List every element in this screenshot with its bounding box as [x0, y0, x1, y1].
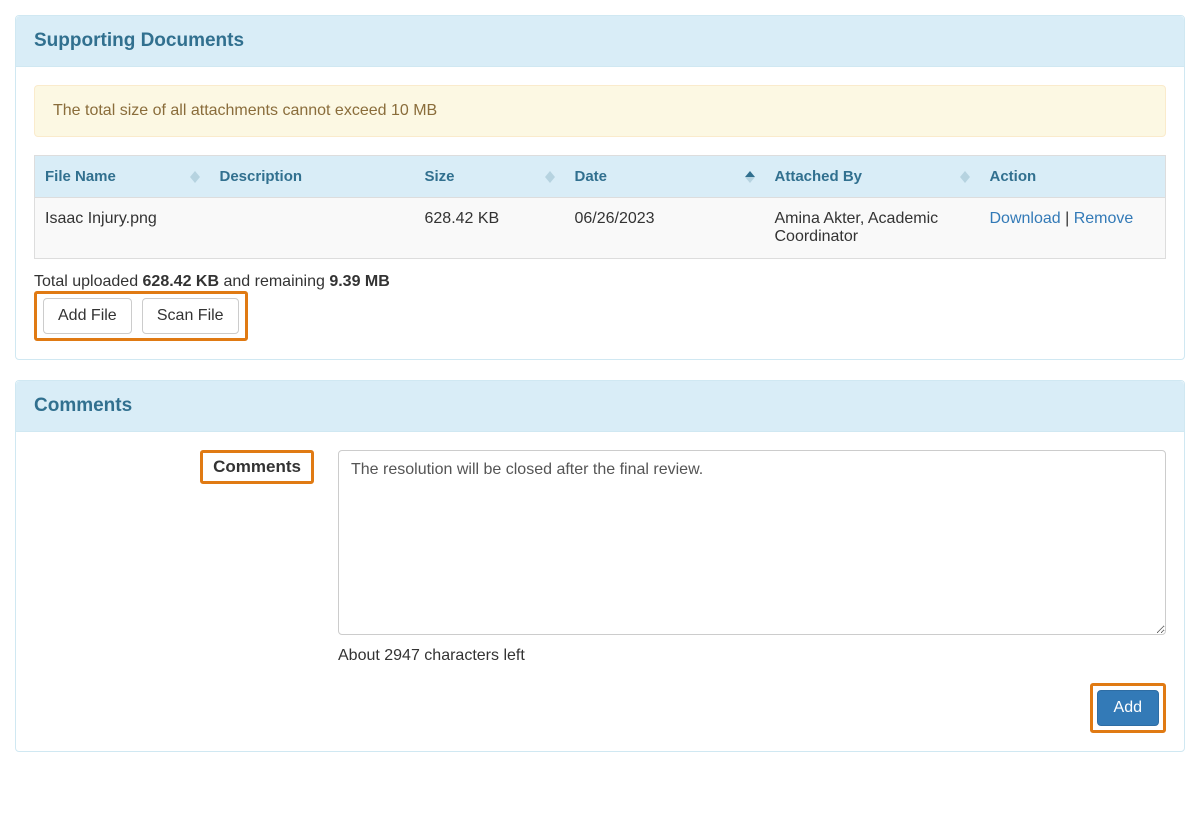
- add-button-highlight: Add: [1090, 683, 1166, 733]
- column-label: Size: [425, 168, 455, 185]
- sort-icon: [745, 171, 755, 183]
- add-button[interactable]: Add: [1097, 690, 1159, 726]
- scan-file-button[interactable]: Scan File: [142, 298, 239, 334]
- file-buttons-highlight: Add File Scan File: [34, 291, 248, 341]
- add-file-button[interactable]: Add File: [43, 298, 132, 334]
- comments-body: Comments About 2947 characters left Add: [16, 432, 1184, 751]
- column-header-attached-by[interactable]: Attached By: [765, 156, 980, 198]
- cell-filename: Isaac Injury.png: [35, 198, 210, 259]
- cell-date: 06/26/2023: [565, 198, 765, 259]
- remaining-size: 9.39 MB: [329, 273, 389, 290]
- sort-icon: [545, 171, 555, 183]
- remove-link[interactable]: Remove: [1074, 210, 1134, 227]
- cell-action: Download | Remove: [980, 198, 1166, 259]
- sort-icon: [190, 171, 200, 183]
- table-row: Isaac Injury.png 628.42 KB 06/26/2023 Am…: [35, 198, 1166, 259]
- column-header-description[interactable]: Description: [210, 156, 415, 198]
- uploaded-size: 628.42 KB: [143, 273, 220, 290]
- column-label: Action: [990, 168, 1037, 185]
- column-header-date[interactable]: Date: [565, 156, 765, 198]
- column-label: Attached By: [775, 168, 863, 185]
- column-label: Date: [575, 168, 608, 185]
- pipe-separator: |: [1061, 210, 1074, 227]
- cell-description: [210, 198, 415, 259]
- supporting-documents-panel: Supporting Documents The total size of a…: [15, 15, 1185, 360]
- column-header-filename[interactable]: File Name: [35, 156, 210, 198]
- column-label: Description: [220, 168, 303, 185]
- column-label: File Name: [45, 168, 116, 185]
- comments-title: Comments: [34, 395, 1166, 417]
- comments-label: Comments: [200, 450, 314, 484]
- supporting-documents-title: Supporting Documents: [34, 30, 1166, 52]
- column-header-size[interactable]: Size: [415, 156, 565, 198]
- cell-attached-by: Amina Akter, Academic Coordinator: [765, 198, 980, 259]
- upload-summary: Total uploaded 628.42 KB and remaining 9…: [34, 273, 1166, 291]
- sort-icon: [960, 171, 970, 183]
- supporting-documents-body: The total size of all attachments cannot…: [16, 67, 1184, 359]
- download-link[interactable]: Download: [990, 210, 1061, 227]
- attachments-table: File Name Description: [34, 155, 1166, 259]
- comments-header: Comments: [16, 381, 1184, 432]
- supporting-documents-header: Supporting Documents: [16, 16, 1184, 67]
- comments-label-wrap: Comments: [34, 450, 314, 484]
- comments-textarea[interactable]: [338, 450, 1166, 635]
- characters-left: About 2947 characters left: [338, 647, 1166, 665]
- column-header-action: Action: [980, 156, 1166, 198]
- attachment-size-alert: The total size of all attachments cannot…: [34, 85, 1166, 137]
- comments-panel: Comments Comments About 2947 characters …: [15, 380, 1185, 752]
- cell-size: 628.42 KB: [415, 198, 565, 259]
